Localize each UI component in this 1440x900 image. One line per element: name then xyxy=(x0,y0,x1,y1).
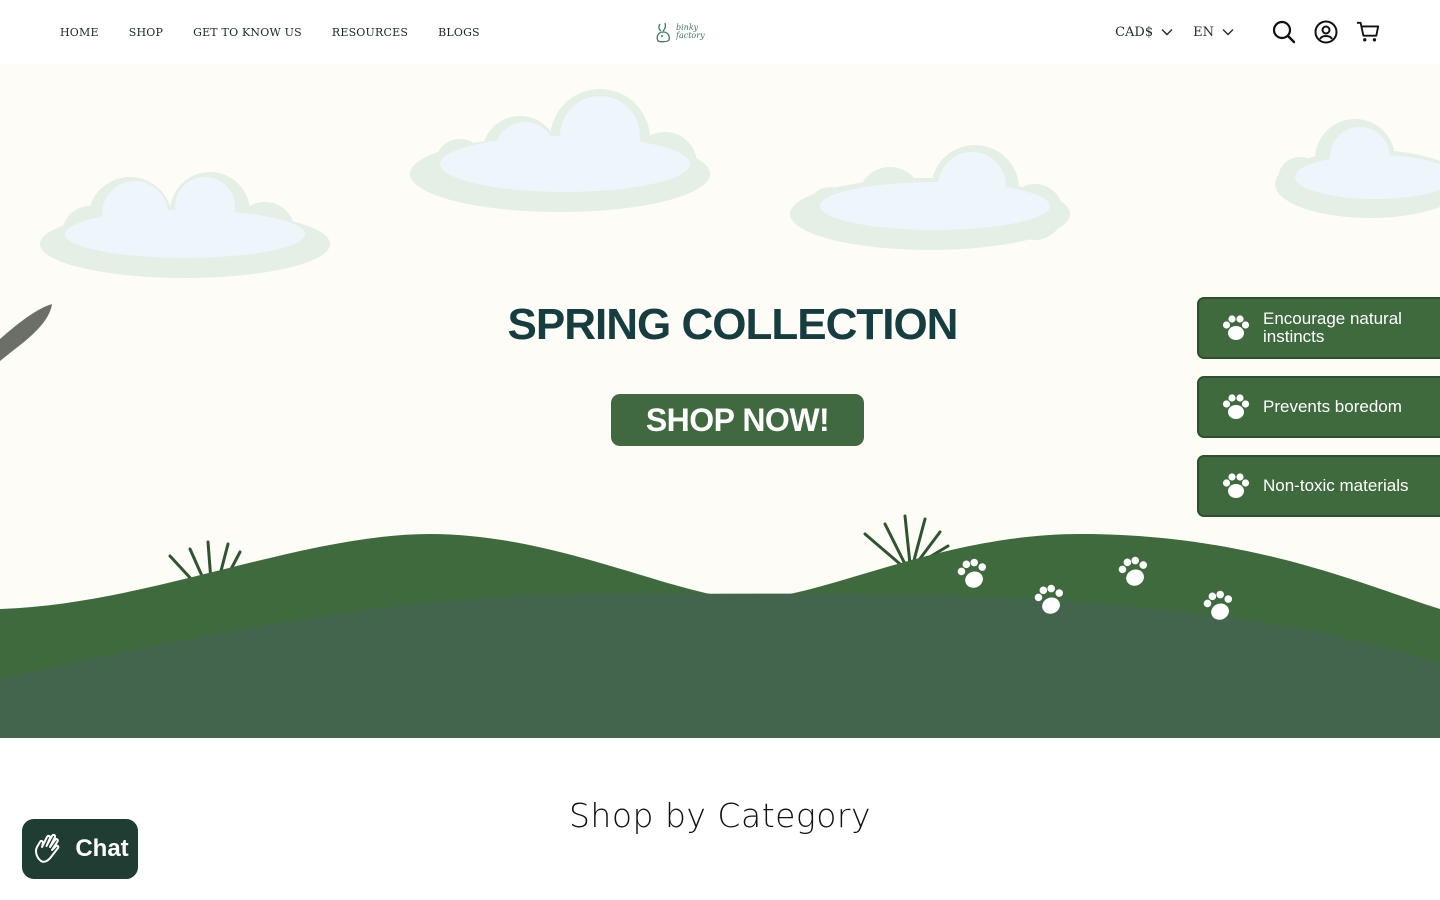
chat-button[interactable]: Chat xyxy=(22,819,138,879)
paw-icon xyxy=(1222,473,1250,498)
account-icon[interactable] xyxy=(1314,20,1338,44)
language-value: EN xyxy=(1193,24,1214,40)
paw-icon xyxy=(1222,315,1250,340)
feature-badge-label: Non-toxic materials xyxy=(1263,476,1409,495)
currency-value: CAD$ xyxy=(1115,24,1154,40)
chat-label: Chat xyxy=(75,835,129,862)
nav-resources[interactable]: RESOURCES xyxy=(332,26,408,39)
search-icon[interactable] xyxy=(1272,20,1296,44)
shop-by-category-heading: Shop by Category xyxy=(568,796,872,835)
feature-badge-label: Encourage natural instincts xyxy=(1263,309,1402,346)
paw-icon xyxy=(1222,394,1250,419)
bunny-logo-icon xyxy=(656,22,670,43)
shop-now-button[interactable]: SHOP NOW! xyxy=(611,394,864,446)
feature-badge-natural-instincts: Encourage natural instincts xyxy=(1197,297,1440,359)
nav-home[interactable]: HOME xyxy=(60,26,99,39)
language-selector[interactable]: EN xyxy=(1193,25,1234,40)
feature-badge-non-toxic: Non-toxic materials xyxy=(1197,455,1440,517)
nav-get-to-know-us[interactable]: GET TO KNOW US xyxy=(193,26,302,39)
chevron-down-icon xyxy=(1161,29,1173,36)
nav-blogs[interactable]: BLOGS xyxy=(438,26,480,39)
main-nav: HOME SHOP GET TO KNOW US RESOURCES BLOGS xyxy=(60,0,480,64)
site-logo[interactable]: binky factory xyxy=(654,18,708,46)
chevron-down-icon xyxy=(1222,29,1234,36)
nav-shop[interactable]: SHOP xyxy=(129,26,163,39)
waving-hand-icon xyxy=(35,833,60,863)
logo-text-line2: factory xyxy=(676,31,705,40)
hero-banner[interactable]: SPRING COLLECTION SHOP NOW! Encourage na… xyxy=(0,64,1440,738)
site-header: HOME SHOP GET TO KNOW US RESOURCES BLOGS… xyxy=(0,0,1440,64)
cart-icon[interactable] xyxy=(1356,20,1380,44)
currency-selector[interactable]: CAD$ xyxy=(1115,25,1173,40)
feature-badge-label: Prevents boredom xyxy=(1263,397,1402,416)
feature-badge-prevents-boredom: Prevents boredom xyxy=(1197,376,1440,438)
header-actions: CAD$ EN xyxy=(1115,0,1380,64)
